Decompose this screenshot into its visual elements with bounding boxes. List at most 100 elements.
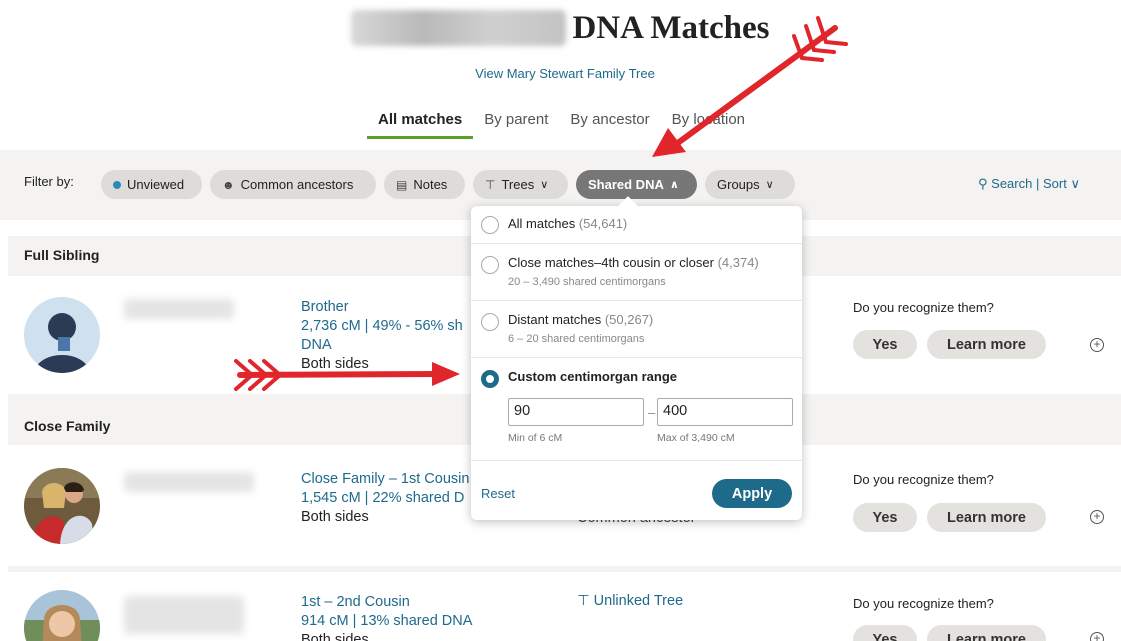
- match-info: Close Family – 1st Cousin 1,545 cM | 22%…: [301, 470, 469, 527]
- avatar[interactable]: [24, 468, 100, 544]
- match-view-tabs: All matches By parent By ancestor By loc…: [367, 111, 756, 139]
- redacted-match-name: [124, 472, 254, 492]
- option-count: (4,374): [717, 255, 759, 270]
- photo-avatar-icon: [24, 590, 100, 641]
- avatar[interactable]: [24, 297, 100, 373]
- recognize-prompt: Do you recognize them?: [853, 472, 994, 487]
- view-family-tree-link[interactable]: View Mary Stewart Family Tree: [0, 66, 1121, 81]
- tab-all-matches[interactable]: All matches: [367, 111, 474, 139]
- filter-common-ancestors-label: Common ancestors: [240, 177, 354, 192]
- horizontal-arrow-icon: [237, 371, 443, 378]
- tree-icon: ⊤: [577, 593, 590, 609]
- shared-dna-dropdown: All matches (54,641) Close matches–4th c…: [471, 196, 802, 520]
- match-info: 1st – 2nd Cousin 914 cM | 13% shared DNA…: [301, 593, 472, 641]
- option-all-matches[interactable]: All matches (54,641): [471, 206, 802, 244]
- option-subtext: 20 – 3,490 shared centimorgans: [508, 276, 666, 288]
- option-subtext: 6 – 20 shared centimorgans: [508, 333, 645, 345]
- silhouette-avatar-icon: [24, 297, 100, 373]
- search-sort-separator: |: [1035, 176, 1040, 191]
- sides-text: Both sides: [301, 632, 369, 641]
- redacted-user-name: [351, 10, 567, 47]
- option-all-matches-label: All matches (54,641): [508, 216, 627, 231]
- relationship-link[interactable]: 1st – 2nd Cousin: [301, 593, 472, 612]
- unlinked-tree-link[interactable]: ⊤ Unlinked Tree: [577, 593, 683, 609]
- shared-dna-link[interactable]: 1,545 cM | 22% shared D: [301, 489, 469, 508]
- yes-button[interactable]: Yes: [853, 503, 917, 532]
- unlinked-tree-label: Unlinked Tree: [593, 593, 684, 609]
- unviewed-dot-icon: [113, 180, 121, 189]
- option-title: All matches: [508, 216, 576, 231]
- learn-more-button[interactable]: Learn more: [927, 625, 1046, 641]
- filter-notes-button[interactable]: ▤ Notes: [384, 170, 465, 199]
- filter-groups-label: Groups: [717, 177, 760, 192]
- range-dash: –: [648, 405, 656, 420]
- plus-circle-icon[interactable]: +: [1090, 510, 1104, 524]
- shared-dna-link[interactable]: 2,736 cM | 49% - 56% sh: [301, 317, 463, 336]
- radio-distant-matches[interactable]: [481, 313, 499, 331]
- yes-button[interactable]: Yes: [853, 330, 917, 359]
- row-divider: [8, 566, 1121, 572]
- filter-unviewed-label: Unviewed: [127, 177, 185, 192]
- sides-text: Both sides: [301, 356, 369, 372]
- min-cm-hint: Min of 6 cM: [508, 432, 563, 444]
- page-title: DNA Matches: [0, 8, 1121, 47]
- tree-icon: ⊤: [485, 177, 496, 192]
- learn-more-button[interactable]: Learn more: [927, 503, 1046, 532]
- plus-circle-icon[interactable]: +: [1090, 632, 1104, 641]
- chevron-down-icon: ∨: [540, 179, 549, 191]
- horizontal-arrow-fletching-icon: [234, 359, 284, 391]
- photo-avatar-icon: [24, 468, 100, 544]
- filter-unviewed-button[interactable]: Unviewed: [101, 170, 202, 199]
- sort-link[interactable]: Sort: [1043, 176, 1067, 191]
- shared-dna-link-continued[interactable]: DNA: [301, 336, 463, 355]
- chevron-down-icon: ∨: [765, 179, 774, 191]
- min-cm-input[interactable]: 90: [508, 398, 644, 426]
- search-sort-controls: ⚲ Search | Sort ∨: [978, 176, 1080, 192]
- radio-all-matches[interactable]: [481, 216, 499, 234]
- chevron-up-icon: ∧: [669, 179, 679, 191]
- chevron-down-icon[interactable]: ∨: [1070, 176, 1080, 191]
- sides-text: Both sides: [301, 509, 369, 525]
- option-title: Close matches–4th cousin or closer: [508, 255, 714, 270]
- max-cm-input[interactable]: 400: [657, 398, 793, 426]
- recognize-prompt: Do you recognize them?: [853, 300, 994, 315]
- option-count: (50,267): [604, 312, 654, 327]
- search-link[interactable]: Search: [991, 176, 1032, 191]
- tab-by-parent[interactable]: By parent: [473, 111, 559, 139]
- option-distant-matches-label: Distant matches (50,267): [508, 312, 653, 327]
- learn-more-button[interactable]: Learn more: [927, 330, 1046, 359]
- option-count: (54,641): [578, 216, 628, 231]
- people-icon: ☻: [222, 177, 235, 192]
- relationship-link[interactable]: Brother: [301, 298, 463, 317]
- filter-shared-dna-label: Shared DNA: [588, 177, 664, 192]
- apply-button[interactable]: Apply: [712, 479, 792, 508]
- option-distant-matches[interactable]: Distant matches (50,267) 6 – 20 shared c…: [471, 301, 802, 358]
- filter-common-ancestors-button[interactable]: ☻ Common ancestors: [210, 170, 376, 199]
- redacted-match-name: [124, 596, 244, 634]
- option-close-matches[interactable]: Close matches–4th cousin or closer (4,37…: [471, 244, 802, 301]
- option-close-matches-label: Close matches–4th cousin or closer (4,37…: [508, 255, 759, 270]
- search-icon[interactable]: ⚲: [978, 176, 988, 191]
- tab-by-location[interactable]: By location: [661, 111, 756, 139]
- filter-label: Filter by:: [24, 174, 74, 189]
- tab-by-ancestor[interactable]: By ancestor: [559, 111, 660, 139]
- filter-groups-button[interactable]: Groups ∨: [705, 170, 795, 199]
- radio-custom-range[interactable]: [481, 370, 499, 388]
- option-title: Custom centimorgan range: [508, 369, 678, 384]
- recognize-prompt: Do you recognize them?: [853, 596, 994, 611]
- shared-dna-link[interactable]: 914 cM | 13% shared DNA: [301, 612, 472, 631]
- notes-icon: ▤: [396, 177, 408, 192]
- filter-trees-button[interactable]: ⊤ Trees ∨: [473, 170, 568, 199]
- plus-circle-icon[interactable]: +: [1090, 338, 1104, 352]
- filter-notes-label: Notes: [413, 177, 448, 192]
- avatar[interactable]: [24, 590, 100, 641]
- option-title: Distant matches: [508, 312, 602, 327]
- radio-close-matches[interactable]: [481, 256, 499, 274]
- redacted-match-name: [124, 299, 234, 319]
- match-info: Brother 2,736 cM | 49% - 56% sh DNA Both…: [301, 298, 463, 374]
- filter-shared-dna-button[interactable]: Shared DNA ∧: [576, 170, 697, 199]
- relationship-link[interactable]: Close Family – 1st Cousin: [301, 470, 469, 489]
- yes-button[interactable]: Yes: [853, 625, 917, 641]
- filter-trees-label: Trees: [501, 177, 535, 192]
- reset-link[interactable]: Reset: [481, 486, 515, 501]
